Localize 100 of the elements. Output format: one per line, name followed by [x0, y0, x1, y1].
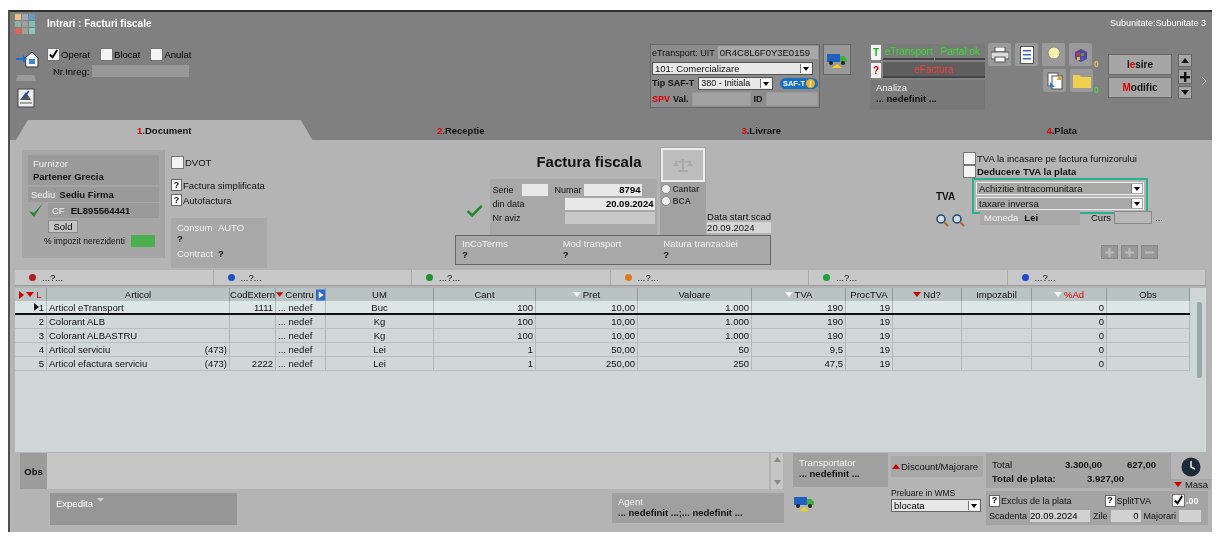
- truck-icon[interactable]: [793, 495, 815, 511]
- scrollbar[interactable]: [771, 453, 783, 489]
- column-header[interactable]: Nd?: [893, 288, 962, 301]
- list-icon[interactable]: [1015, 43, 1038, 66]
- id-field[interactable]: [765, 92, 818, 106]
- table-cell: 190: [752, 301, 846, 313]
- add-button[interactable]: [1178, 69, 1192, 84]
- group-field[interactable]: ...?...: [213, 270, 412, 285]
- series-field[interactable]: [522, 183, 549, 196]
- column-header[interactable]: CodExtern: [230, 288, 276, 301]
- stack-icon[interactable]: [15, 74, 37, 82]
- action-button[interactable]: Modific: [1108, 77, 1172, 98]
- checkbox[interactable]: [963, 165, 976, 178]
- due-date-field[interactable]: 20.09.2024: [1030, 509, 1091, 522]
- value-field[interactable]: [691, 92, 751, 106]
- color-cube-icon[interactable]: [1069, 43, 1092, 66]
- checkbox-label: DVOT: [185, 157, 212, 168]
- table-toggle[interactable]: Masa: [1170, 479, 1212, 490]
- search-icon[interactable]: [952, 214, 965, 227]
- checkbox[interactable]: [963, 152, 976, 165]
- radio-button[interactable]: Cantar: [661, 184, 706, 194]
- group-field[interactable]: ...?...: [1007, 270, 1206, 285]
- checkbox[interactable]: [171, 156, 184, 169]
- filter-icon[interactable]: [26, 292, 35, 297]
- operation-dropdown[interactable]: 101: Comercializare: [652, 61, 813, 75]
- truck-button[interactable]: [823, 44, 851, 75]
- sort-icon[interactable]: [1053, 292, 1062, 297]
- group-field[interactable]: ...?...: [610, 270, 809, 285]
- scroll-down-button[interactable]: [1178, 86, 1192, 99]
- saft-dropdown[interactable]: 380 - Initiala: [698, 76, 773, 90]
- rate-field[interactable]: [1114, 211, 1153, 224]
- due-date-field[interactable]: 20.09.2024: [707, 222, 771, 233]
- checkbox[interactable]: [100, 48, 114, 61]
- checkbox[interactable]: ?: [1104, 494, 1116, 507]
- balance-button[interactable]: Sold: [48, 220, 78, 233]
- tab[interactable]: 3.Livrare: [611, 120, 912, 140]
- column-header[interactable]: Articol: [47, 288, 230, 301]
- more-button[interactable]: ...: [1155, 212, 1163, 223]
- document-heading: Factura fiscala: [535, 153, 643, 172]
- clock-icon[interactable]: [1181, 457, 1201, 477]
- table-row[interactable]: 5 Articol efactura serviciu (473) 2222 ... nedef Lei 1 250,00 250 47,5 19 0: [15, 357, 1190, 371]
- checkbox[interactable]: [150, 48, 164, 61]
- penalty-field[interactable]: [1179, 509, 1202, 522]
- table-row[interactable]: 3 Colorant ALBASTRU ... nedef Kg 100 10,00 1.000 190 19 0: [15, 329, 1190, 343]
- checkbox[interactable]: ?: [989, 494, 1000, 507]
- column-header[interactable]: TVA: [752, 288, 846, 301]
- checkbox[interactable]: [47, 48, 60, 61]
- checkbox[interactable]: [1171, 494, 1185, 507]
- notes-field[interactable]: [47, 453, 769, 489]
- document-edit-icon[interactable]: [17, 88, 35, 108]
- column-header[interactable]: Impozabil: [962, 288, 1032, 301]
- group-field[interactable]: ...?...: [809, 270, 1008, 285]
- tab[interactable]: 1.Document: [16, 120, 313, 140]
- column-header[interactable]: Valoare: [638, 288, 752, 301]
- chevron-right-icon[interactable]: [1201, 76, 1207, 86]
- column-header[interactable]: Cant: [434, 288, 536, 301]
- wms-dropdown[interactable]: blocata: [891, 499, 981, 512]
- home-icon[interactable]: [15, 50, 39, 68]
- vat-mode-dropdown[interactable]: taxare inversa: [976, 197, 1144, 210]
- column-header[interactable]: Obs: [1107, 288, 1190, 301]
- column-header[interactable]: ProcTVA: [846, 288, 893, 301]
- days-field[interactable]: 0: [1110, 509, 1141, 522]
- expand-icon[interactable]: [315, 288, 325, 301]
- table-row[interactable]: 2 Colorant ALB ... nedef Kg 100 10,00 1.000 190 19 0: [15, 315, 1190, 329]
- action-button[interactable]: Iesire: [1108, 54, 1172, 75]
- filter-icon[interactable]: [913, 292, 922, 297]
- sort-icon[interactable]: [784, 292, 793, 297]
- column-header[interactable]: UM: [326, 288, 434, 301]
- remove-button[interactable]: [1141, 245, 1158, 259]
- table-row[interactable]: 1 Articol eTransport 1111 ... nedef Buc 100 10,00 1.000 190 19 0: [15, 301, 1190, 315]
- discount-button[interactable]: Discount/Majorare: [891, 456, 983, 477]
- folder-icon[interactable]: [1070, 69, 1093, 92]
- scale-icon[interactable]: [661, 148, 706, 182]
- caret-down-icon[interactable]: [773, 480, 781, 485]
- tri-state-checkbox[interactable]: ? Factura simplificata: [171, 179, 271, 191]
- registration-field[interactable]: [92, 65, 190, 77]
- number-field[interactable]: 8794: [584, 183, 643, 196]
- group-field[interactable]: ...?...: [15, 270, 214, 285]
- checkbox-label: Exclus de la plata: [1001, 495, 1072, 506]
- notice-field[interactable]: [565, 211, 656, 224]
- search-icon[interactable]: [936, 214, 949, 227]
- transfer-icon[interactable]: [1043, 69, 1066, 92]
- filter-icon[interactable]: [276, 292, 284, 297]
- vat-regime-dropdown[interactable]: Achizitie intracomunitara: [976, 182, 1144, 195]
- table-row[interactable]: 4 Articol serviciu (473) ... nedef Lei 1 50,00 50 9,5 19 0: [15, 343, 1190, 357]
- uit-field[interactable]: 0R4C8L6F0Y3E0159: [717, 46, 818, 60]
- column-header[interactable]: Pret: [536, 288, 638, 301]
- sort-icon[interactable]: [572, 292, 581, 297]
- group-field[interactable]: ...?...: [412, 270, 611, 285]
- column-header[interactable]: Centru: [276, 288, 326, 301]
- scroll-up-button[interactable]: [1178, 54, 1192, 67]
- radio-button[interactable]: BCA: [661, 196, 706, 206]
- tax-rate-field[interactable]: [130, 235, 155, 247]
- tab[interactable]: 4.Plata: [911, 120, 1212, 140]
- caret-up-icon[interactable]: [773, 457, 781, 462]
- tab[interactable]: 2.Receptie: [310, 120, 611, 140]
- print-icon[interactable]: [988, 43, 1011, 66]
- scrollbar[interactable]: [1197, 302, 1202, 378]
- tri-state-checkbox[interactable]: ? Autofactura: [171, 194, 271, 206]
- date-field[interactable]: 20.09.2024: [565, 197, 656, 210]
